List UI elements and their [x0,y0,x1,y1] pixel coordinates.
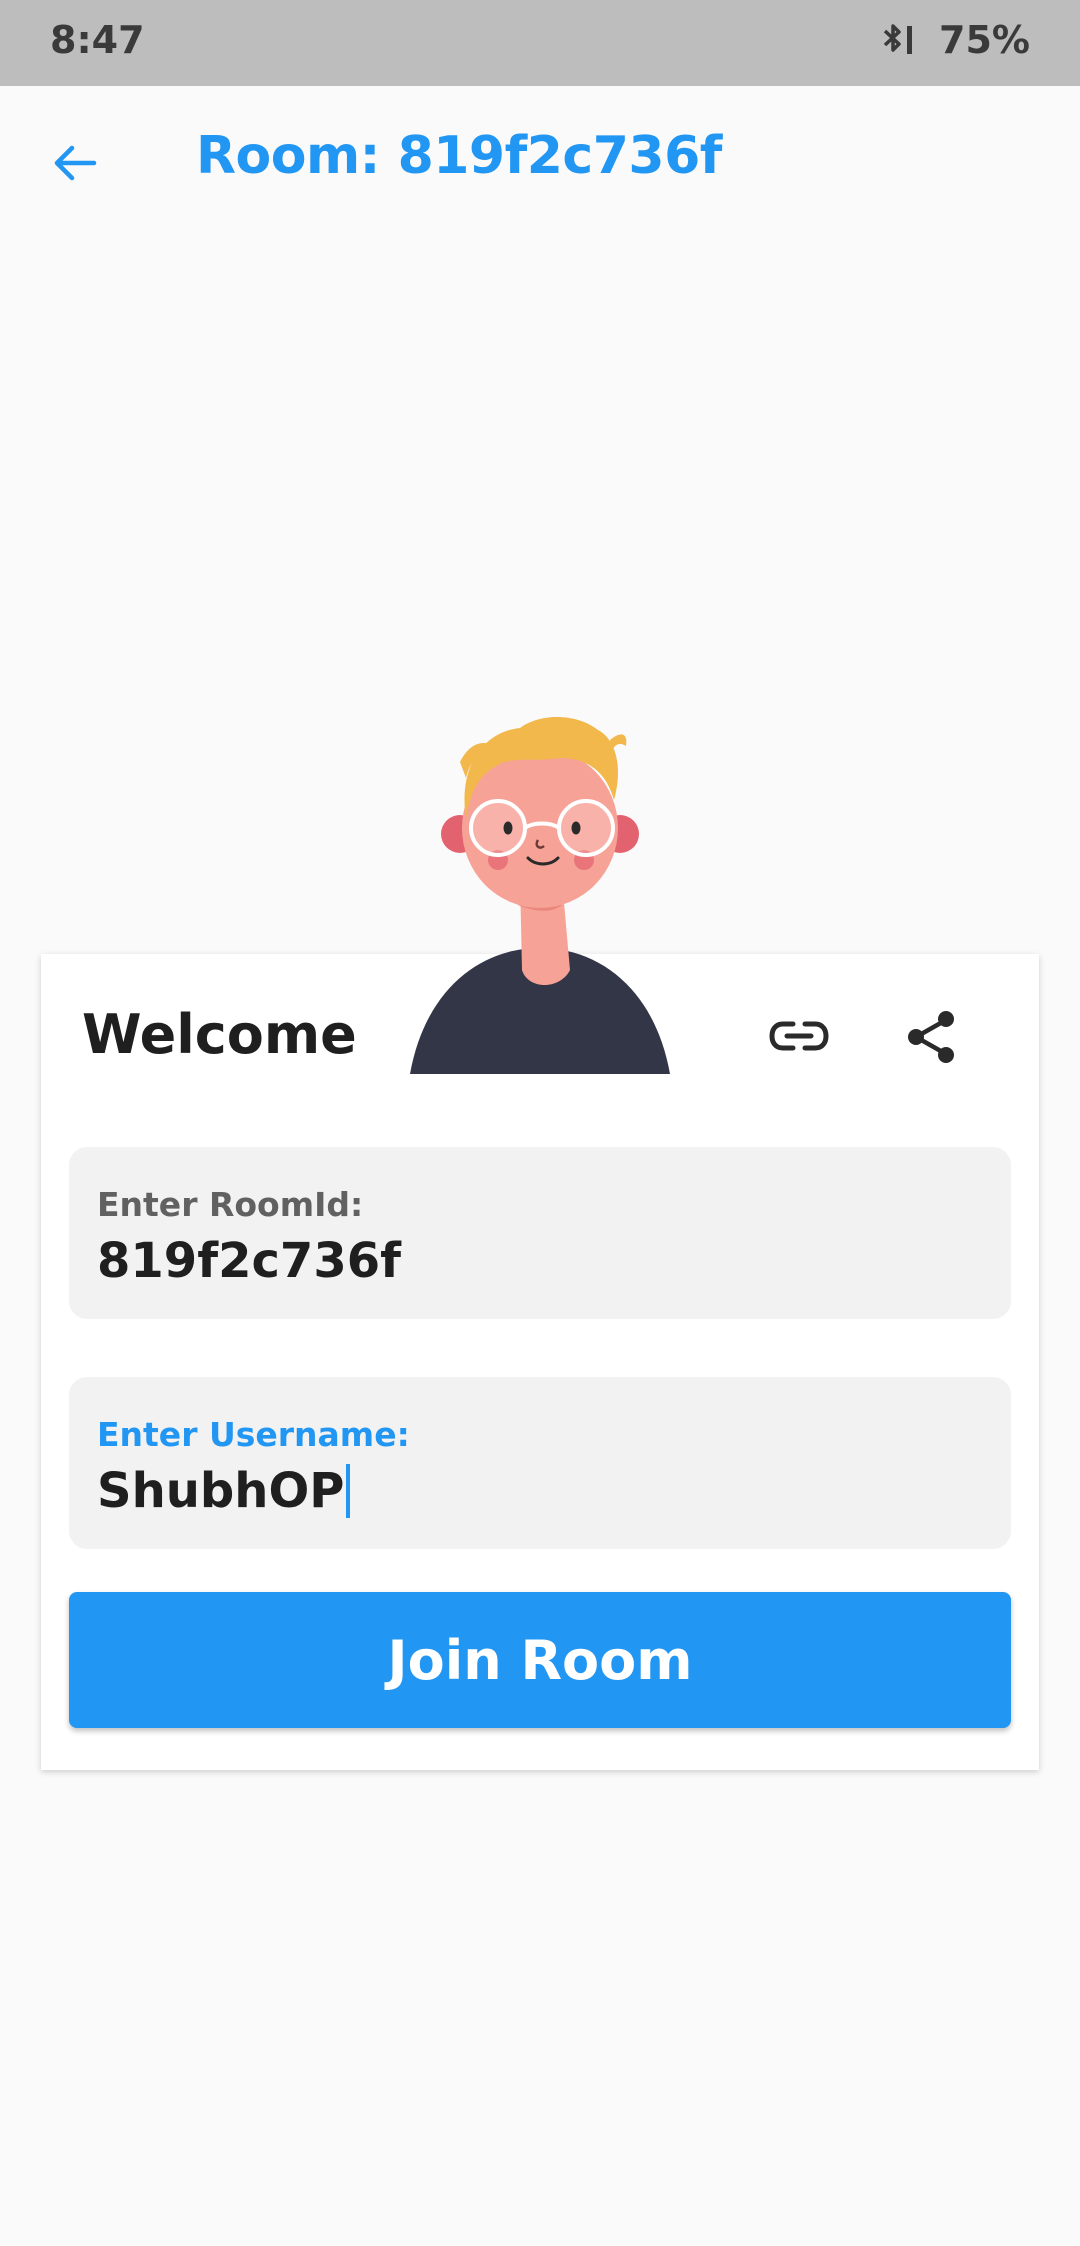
copy-link-button[interactable] [764,1006,834,1066]
arrow-back-icon [54,145,97,181]
username-label: Enter Username: [97,1415,410,1454]
room-id-input[interactable]: 819f2c736f [97,1233,401,1289]
status-icons: 75% [879,18,1030,62]
page-title: Room: 819f2c736f [196,126,722,186]
share-button[interactable] [898,1004,964,1070]
back-button[interactable] [40,128,110,198]
status-time: 8:47 [50,18,145,62]
username-value: ShubhOP [97,1463,345,1519]
welcome-title: Welcome [82,1003,357,1066]
status-bar: 8:47 75% [0,0,1080,86]
join-room-button[interactable]: Join Room [69,1592,1011,1728]
text-cursor [346,1464,351,1518]
battery-percentage: 75% [939,18,1030,62]
username-input[interactable]: ShubhOP [97,1463,351,1519]
share-icon [908,1011,954,1063]
room-id-label: Enter RoomId: [97,1185,364,1224]
username-field[interactable]: Enter Username: ShubhOP [69,1377,1011,1549]
room-id-value: 819f2c736f [97,1233,402,1289]
room-id-field[interactable]: Enter RoomId: 819f2c736f [69,1147,1011,1319]
app-bar: Room: 819f2c736f [0,86,1080,238]
bluetooth-icon [883,24,913,54]
avatar [410,717,670,1074]
link-icon [769,1021,829,1051]
